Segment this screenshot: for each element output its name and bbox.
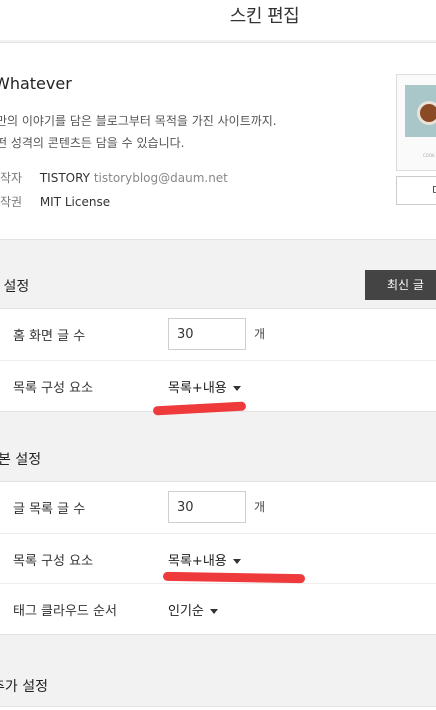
author-value: TISTORY bbox=[39, 171, 90, 185]
settings-panel-3 bbox=[0, 706, 436, 710]
list-component-label-2: 목록 구성 요소 bbox=[13, 554, 94, 569]
skin-info-card: Whatever 만의 이야기를 담은 블로그부터 목적을 가진 사이트까지. … bbox=[0, 42, 436, 240]
list-component-value: 목록+내용 bbox=[168, 381, 227, 396]
skin-name: Whatever bbox=[0, 74, 72, 93]
section-title-basic: 본 설정 bbox=[0, 452, 42, 468]
post-list-count-unit: 개 bbox=[254, 500, 266, 514]
setting-row-tag-cloud-order: 태그 클라우드 순서 인기순 bbox=[0, 583, 436, 634]
post-list-count-input[interactable] bbox=[168, 491, 246, 523]
skin-preview-thumbnail[interactable]: COOK bbox=[396, 74, 436, 171]
post-list-count-label: 글 목록 글 수 bbox=[13, 502, 86, 517]
setting-row-home-count: 홈 화면 글 수 개 bbox=[0, 309, 436, 359]
tag-cloud-order-select[interactable]: 인기순 bbox=[168, 600, 218, 619]
chevron-down-icon bbox=[232, 559, 241, 564]
home-count-input[interactable] bbox=[168, 318, 246, 350]
author-key: 작자 bbox=[0, 171, 23, 185]
preview-caption: COOK bbox=[423, 153, 435, 158]
list-component-select[interactable]: 목록+내용 bbox=[168, 377, 241, 396]
page-title: 스킨 편집 bbox=[229, 6, 300, 27]
recent-posts-button[interactable]: 최신 글 bbox=[365, 270, 436, 300]
home-count-label: 홈 화면 글 수 bbox=[13, 329, 86, 344]
setting-row-post-list-count: 글 목록 글 수 개 bbox=[0, 482, 436, 532]
skin-description-line: 만의 이야기를 담은 블로그부터 목적을 가진 사이트까지. bbox=[0, 114, 277, 128]
chevron-down-icon bbox=[232, 386, 241, 391]
preview-button[interactable]: 미 bbox=[396, 176, 436, 205]
list-component-select-2[interactable]: 목록+내용 bbox=[168, 550, 241, 569]
tag-cloud-order-label: 태그 클라우드 순서 bbox=[13, 604, 117, 619]
coffee-cup-icon bbox=[417, 101, 436, 125]
list-component-label: 목록 구성 요소 bbox=[13, 381, 94, 396]
list-component-value-2: 목록+내용 bbox=[168, 554, 227, 569]
section-title-settings: - 설정 bbox=[0, 279, 30, 295]
license-value: MIT License bbox=[39, 195, 111, 209]
home-count-unit: 개 bbox=[254, 327, 266, 341]
settings-panel-2: 글 목록 글 수 개 목록 구성 요소 목록+내용 태그 클라우드 순서 인기순 bbox=[0, 481, 436, 635]
section-title-additional: 추가 설정 bbox=[0, 679, 48, 695]
settings-panel-1: 홈 화면 글 수 개 목록 구성 요소 목록+내용 bbox=[0, 308, 436, 412]
license-key: 작권 bbox=[0, 195, 23, 209]
tag-cloud-order-value: 인기순 bbox=[168, 604, 204, 619]
skin-license-row: 작권 MIT License bbox=[0, 193, 110, 210]
skin-description-line: 떤 성격의 콘텐츠든 담을 수 있습니다. bbox=[0, 136, 185, 150]
skin-description: 만의 이야기를 담은 블로그부터 목적을 가진 사이트까지. 떤 성격의 콘텐츠… bbox=[0, 110, 277, 154]
top-bar: 스킨 편집 bbox=[0, 0, 436, 40]
author-email: tistoryblog@daum.net bbox=[93, 171, 228, 185]
skin-author-row: 작자 TISTORY tistoryblog@daum.net bbox=[0, 169, 228, 186]
chevron-down-icon bbox=[209, 609, 218, 614]
